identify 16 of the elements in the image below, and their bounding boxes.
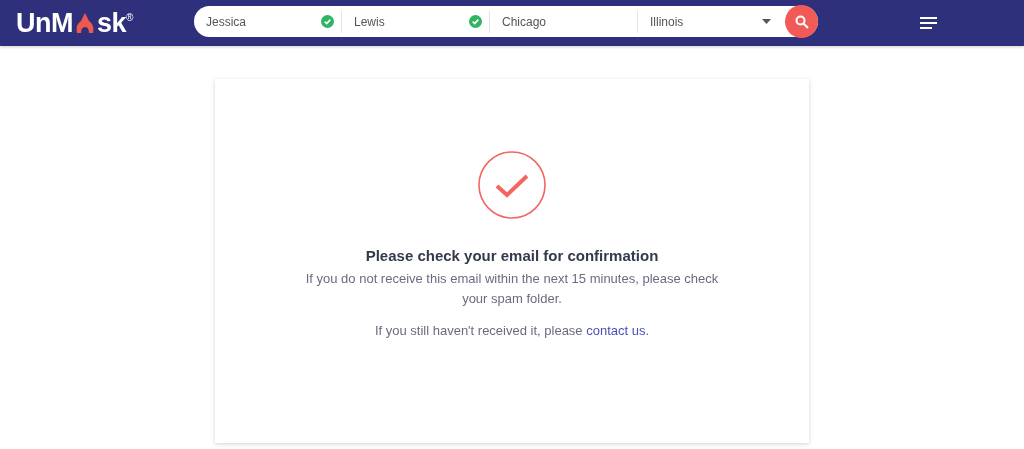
input-field[interactable]: Jessica <box>206 14 246 29</box>
checkmark-circle-icon <box>478 151 546 219</box>
logo-text: sk <box>97 7 127 39</box>
confirmation-title: Please check your email for confirmation <box>365 247 659 264</box>
input-field[interactable]: Chicago <box>502 14 547 29</box>
menu-icon[interactable] <box>920 17 937 29</box>
confirmation-message: If you do not receive this email within the next 15 minutes, please check your spam folder. <box>304 270 720 308</box>
mask-icon <box>74 12 96 34</box>
search-icon <box>794 14 809 29</box>
input-field[interactable]: Lewis <box>354 14 385 29</box>
caret-icon <box>762 19 771 24</box>
state-dropdown[interactable]: Illinois <box>650 14 684 29</box>
search-button[interactable] <box>785 5 818 38</box>
logo-text: UnM <box>16 7 73 39</box>
help-text: If you still haven't received it, please contact us. <box>374 323 650 338</box>
registered-mark: ® <box>126 11 134 23</box>
